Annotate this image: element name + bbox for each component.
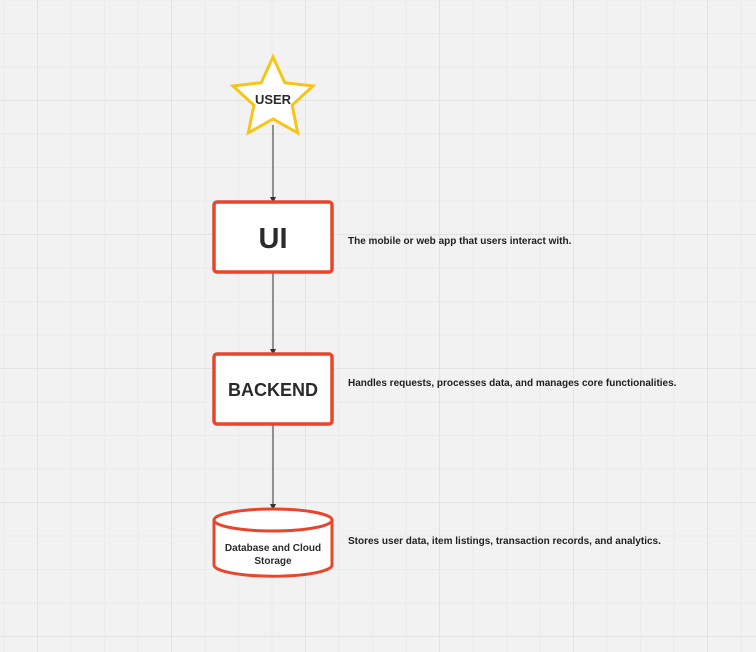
- diagram-canvas[interactable]: USER UI BACKEND Database and Cloud Stora…: [0, 0, 756, 652]
- database-description[interactable]: Stores user data, item listings, transac…: [348, 536, 661, 547]
- user-node[interactable]: USER: [229, 53, 317, 136]
- database-node[interactable]: Database and Cloud Storage: [212, 507, 334, 578]
- backend-description[interactable]: Handles requests, processes data, and ma…: [348, 378, 676, 389]
- backend-label: BACKEND: [228, 380, 318, 400]
- flow-diagram: USER UI BACKEND Database and Cloud Stora…: [212, 53, 334, 578]
- database-label-line2: Storage: [254, 556, 292, 567]
- ui-label: UI: [259, 223, 288, 255]
- user-label: USER: [255, 92, 292, 107]
- ui-description[interactable]: The mobile or web app that users interac…: [348, 236, 571, 247]
- ui-node[interactable]: UI: [212, 200, 334, 274]
- cylinder-top: [212, 507, 334, 533]
- database-label-line1: Database and Cloud: [225, 543, 321, 554]
- backend-node[interactable]: BACKEND: [212, 352, 334, 426]
